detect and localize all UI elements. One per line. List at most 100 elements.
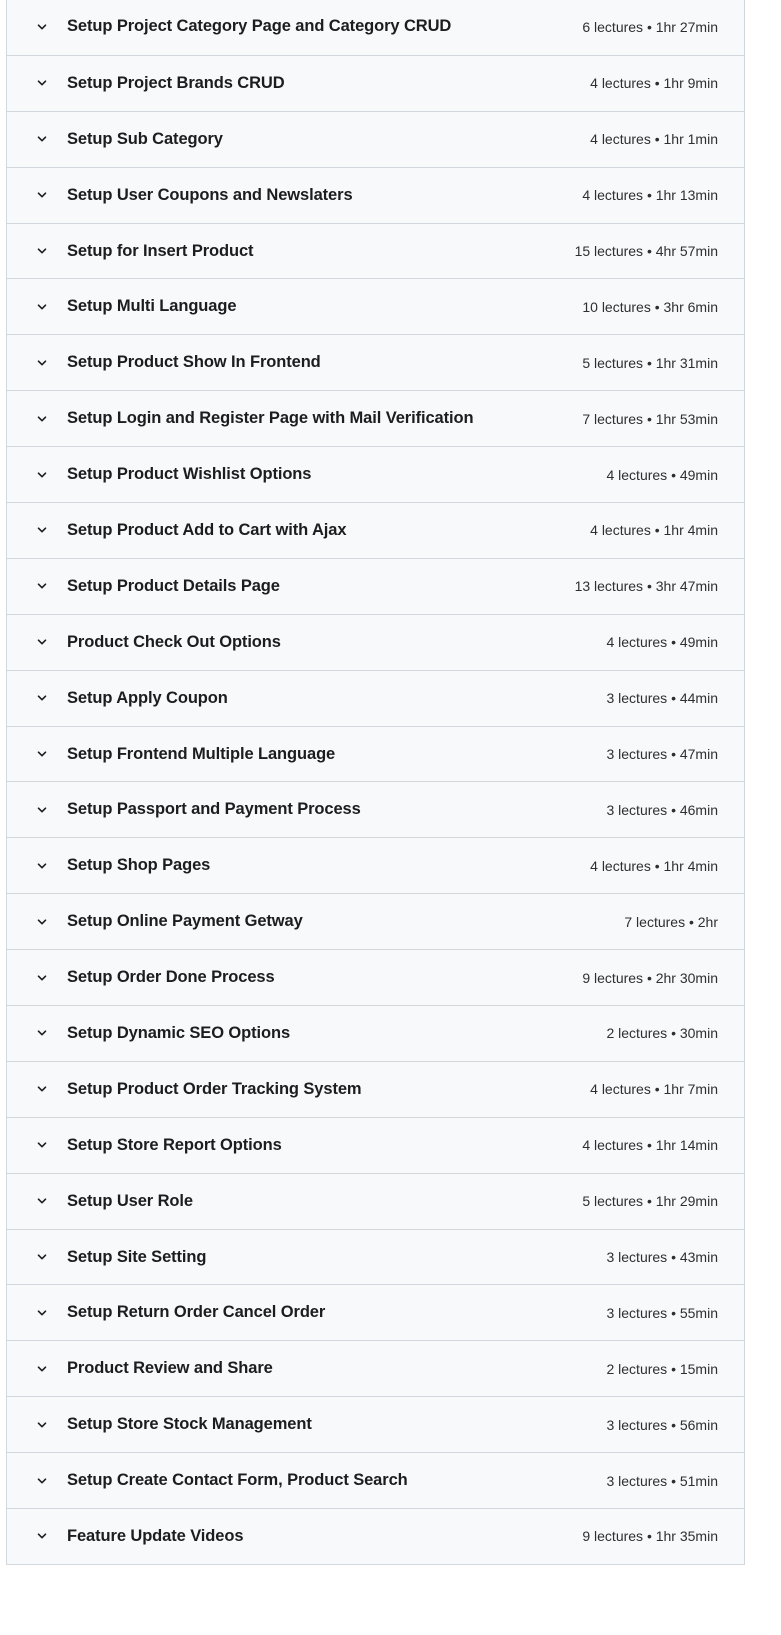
section-meta: 13 lectures • 3hr 47min xyxy=(574,578,718,595)
curriculum-section[interactable]: Setup Login and Register Page with Mail … xyxy=(7,390,744,446)
section-title: Product Review and Share xyxy=(67,1359,273,1378)
chevron-down-icon[interactable] xyxy=(35,1529,49,1543)
section-title: Setup User Coupons and Newslaters xyxy=(67,185,353,204)
curriculum-section[interactable]: Setup Product Add to Cart with Ajax 4 le… xyxy=(7,502,744,558)
chevron-down-icon[interactable] xyxy=(35,76,49,90)
chevron-down-icon[interactable] xyxy=(35,1082,49,1096)
section-title: Setup Product Wishlist Options xyxy=(67,465,312,484)
section-meta: 10 lectures • 3hr 6min xyxy=(582,298,718,315)
section-title: Product Check Out Options xyxy=(67,632,281,651)
curriculum-section[interactable]: Setup User Coupons and Newslaters 4 lect… xyxy=(7,166,744,223)
chevron-down-icon[interactable] xyxy=(35,915,49,929)
section-meta: 3 lectures • 44min xyxy=(606,690,718,707)
chevron-down-icon[interactable] xyxy=(35,188,49,202)
curriculum-section[interactable]: Feature Update Videos 9 lectures • 1hr 3… xyxy=(7,1508,744,1564)
course-curriculum: Setup Project Category Page and Category… xyxy=(6,0,745,1565)
section-meta: 4 lectures • 49min xyxy=(606,466,718,483)
chevron-down-icon[interactable] xyxy=(35,1138,49,1152)
curriculum-section[interactable]: Setup Dynamic SEO Options 2 lectures • 3… xyxy=(7,1005,744,1061)
section-title: Setup Return Order Cancel Order xyxy=(67,1303,326,1322)
curriculum-section[interactable]: Product Review and Share 2 lectures • 15… xyxy=(7,1340,744,1396)
curriculum-section[interactable]: Setup Store Stock Management 3 lectures … xyxy=(7,1396,744,1452)
section-title: Setup Frontend Multiple Language xyxy=(67,744,336,763)
curriculum-section[interactable]: Setup Order Done Process 9 lectures • 2h… xyxy=(7,949,744,1005)
chevron-down-icon[interactable] xyxy=(35,971,49,985)
chevron-down-icon[interactable] xyxy=(35,20,49,34)
section-title: Setup Create Contact Form, Product Searc… xyxy=(67,1471,408,1490)
curriculum-section[interactable]: Setup Product Order Tracking System 4 le… xyxy=(7,1060,744,1117)
chevron-down-icon[interactable] xyxy=(35,1306,49,1320)
chevron-down-icon[interactable] xyxy=(35,412,49,426)
section-title: Feature Update Videos xyxy=(67,1526,244,1545)
curriculum-section[interactable]: Product Check Out Options 4 lectures • 4… xyxy=(7,613,744,670)
curriculum-section[interactable]: Setup Apply Coupon 3 lectures • 44min xyxy=(7,669,744,726)
chevron-down-icon[interactable] xyxy=(35,747,49,761)
chevron-down-icon[interactable] xyxy=(35,1418,49,1432)
chevron-down-icon[interactable] xyxy=(35,244,49,258)
section-meta: 9 lectures • 2hr 30min xyxy=(582,969,718,986)
section-title: Setup Sub Category xyxy=(67,129,223,148)
chevron-down-icon[interactable] xyxy=(35,1026,49,1040)
chevron-down-icon[interactable] xyxy=(35,300,49,314)
curriculum-section[interactable]: Setup Create Contact Form, Product Searc… xyxy=(7,1452,744,1508)
section-meta: 4 lectures • 1hr 14min xyxy=(582,1137,718,1154)
section-title: Setup Multi Language xyxy=(67,297,237,316)
curriculum-section[interactable]: Setup for Insert Product 15 lectures • 4… xyxy=(7,222,744,279)
curriculum-section[interactable]: Setup Store Report Options 4 lectures • … xyxy=(7,1116,744,1173)
chevron-down-icon[interactable] xyxy=(35,1362,49,1376)
section-meta: 9 lectures • 1hr 35min xyxy=(582,1528,718,1545)
section-title: Setup Shop Pages xyxy=(67,856,211,875)
section-meta: 2 lectures • 15min xyxy=(606,1360,718,1377)
chevron-down-icon[interactable] xyxy=(35,635,49,649)
chevron-down-icon[interactable] xyxy=(35,132,49,146)
section-meta: 3 lectures • 51min xyxy=(606,1472,718,1489)
curriculum-section[interactable]: Setup Project Brands CRUD 4 lectures • 1… xyxy=(7,54,744,111)
chevron-down-icon[interactable] xyxy=(35,1474,49,1488)
chevron-down-icon[interactable] xyxy=(35,691,49,705)
curriculum-section[interactable]: Setup Sub Category 4 lectures • 1hr 1min xyxy=(7,110,744,167)
section-title: Setup Apply Coupon xyxy=(67,688,228,707)
curriculum-section[interactable]: Setup Shop Pages 4 lectures • 1hr 4min xyxy=(7,837,744,893)
section-title: Setup Store Report Options xyxy=(67,1135,282,1154)
section-meta: 5 lectures • 1hr 31min xyxy=(582,354,718,371)
section-title: Setup Product Details Page xyxy=(67,576,280,595)
section-meta: 7 lectures • 1hr 53min xyxy=(582,410,718,427)
curriculum-section[interactable]: Setup Multi Language 10 lectures • 3hr 6… xyxy=(7,278,744,334)
section-meta: 4 lectures • 1hr 4min xyxy=(590,857,718,874)
section-title: Setup Product Show In Frontend xyxy=(67,353,321,372)
curriculum-section[interactable]: Setup Project Category Page and Category… xyxy=(7,0,744,55)
section-title: Setup Order Done Process xyxy=(67,968,275,987)
section-title: Setup User Role xyxy=(67,1191,193,1210)
chevron-down-icon[interactable] xyxy=(35,356,49,370)
section-meta: 4 lectures • 1hr 1min xyxy=(590,131,718,148)
section-title: Setup Dynamic SEO Options xyxy=(67,1023,291,1042)
section-meta: 7 lectures • 2hr xyxy=(624,913,718,930)
curriculum-section[interactable]: Setup Product Show In Frontend 5 lecture… xyxy=(7,334,744,390)
section-meta: 3 lectures • 56min xyxy=(606,1416,718,1433)
section-title: Setup Project Brands CRUD xyxy=(67,73,285,92)
curriculum-section[interactable]: Setup Product Details Page 13 lectures •… xyxy=(7,557,744,614)
curriculum-section[interactable]: Setup User Role 5 lectures • 1hr 29min xyxy=(7,1172,744,1229)
curriculum-section[interactable]: Setup Return Order Cancel Order 3 lectur… xyxy=(7,1284,744,1340)
chevron-down-icon[interactable] xyxy=(35,1194,49,1208)
chevron-down-icon[interactable] xyxy=(35,523,49,537)
curriculum-section[interactable]: Setup Online Payment Getway 7 lectures •… xyxy=(7,893,744,949)
section-meta: 4 lectures • 49min xyxy=(606,634,718,651)
chevron-down-icon[interactable] xyxy=(35,468,49,482)
section-meta: 2 lectures • 30min xyxy=(606,1025,718,1042)
section-meta: 5 lectures • 1hr 29min xyxy=(582,1193,718,1210)
curriculum-section[interactable]: Setup Site Setting 3 lectures • 43min xyxy=(7,1228,744,1285)
section-meta: 4 lectures • 1hr 9min xyxy=(590,75,718,92)
chevron-down-icon[interactable] xyxy=(35,579,49,593)
chevron-down-icon[interactable] xyxy=(35,859,49,873)
section-meta: 15 lectures • 4hr 57min xyxy=(574,243,718,259)
curriculum-section[interactable]: Setup Product Wishlist Options 4 lecture… xyxy=(7,446,744,502)
section-meta: 3 lectures • 43min xyxy=(606,1249,718,1266)
section-title: Setup Project Category Page and Category… xyxy=(67,17,452,36)
chevron-down-icon[interactable] xyxy=(35,803,49,817)
curriculum-section[interactable]: Setup Passport and Payment Process 3 lec… xyxy=(7,781,744,837)
curriculum-section[interactable]: Setup Frontend Multiple Language 3 lectu… xyxy=(7,725,744,782)
section-meta: 6 lectures • 1hr 27min xyxy=(582,18,718,35)
section-title: Setup Product Add to Cart with Ajax xyxy=(67,520,347,539)
chevron-down-icon[interactable] xyxy=(35,1250,49,1264)
